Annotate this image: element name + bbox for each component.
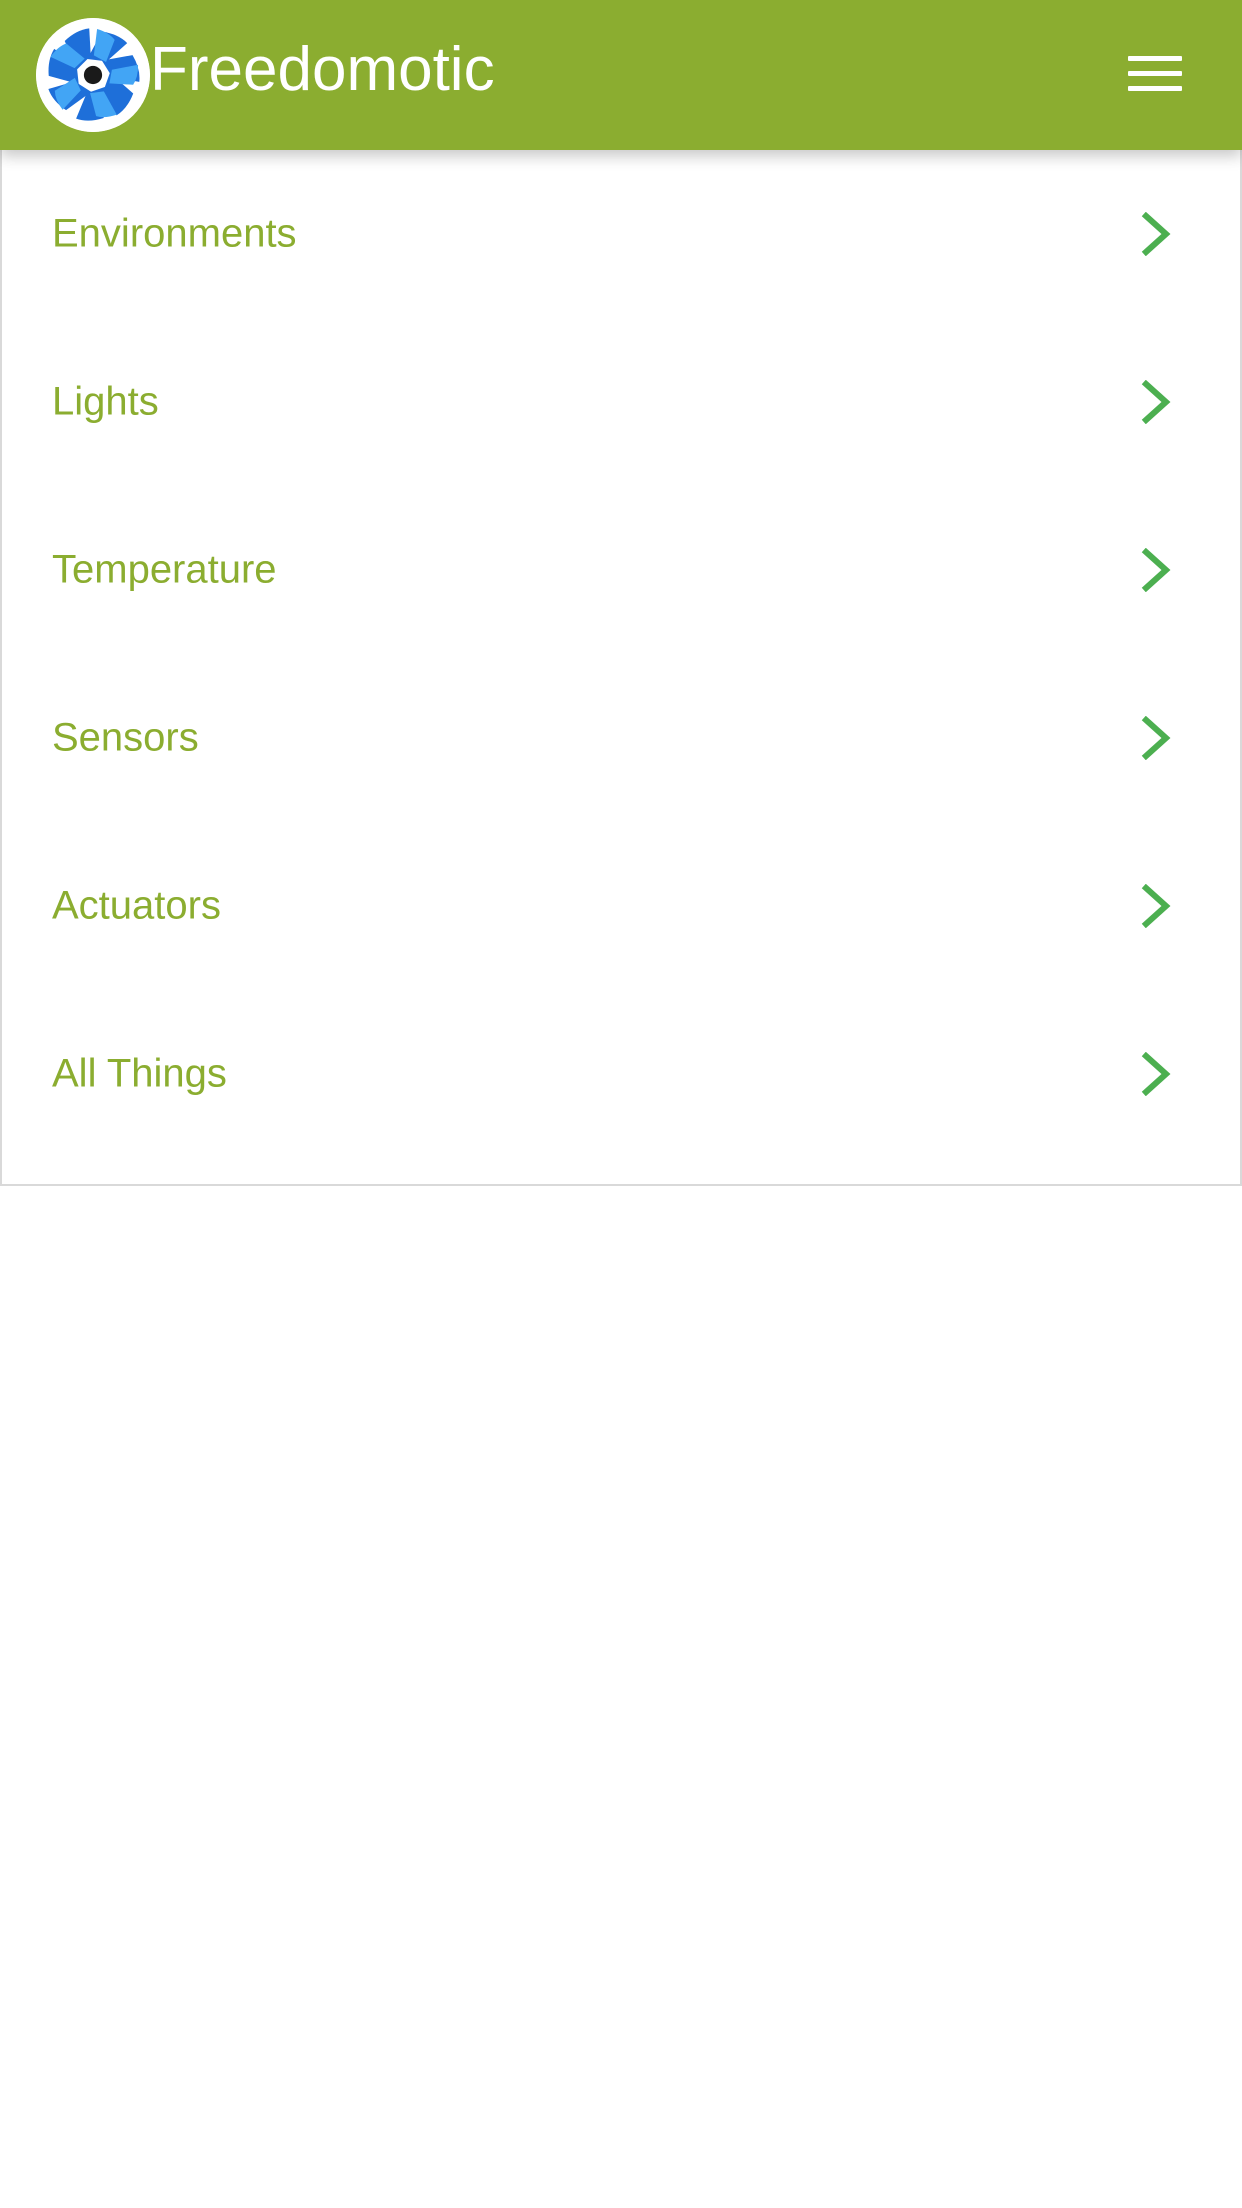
nav-item-all-things[interactable]: All Things [2,990,1240,1158]
nav-item-label: All Things [52,1051,227,1096]
nav-item-label: Actuators [52,883,221,928]
chevron-right-icon [1136,716,1176,760]
chevron-right-icon [1136,1052,1176,1096]
hamburger-menu-icon [1128,56,1182,96]
nav-item-label: Lights [52,379,159,424]
chevron-right-icon [1136,212,1176,256]
app-header: Freedomotic [0,0,1242,150]
app-title: Freedomotic [150,35,495,104]
chevron-right-icon [1136,380,1176,424]
nav-item-environments[interactable]: Environments [2,150,1240,318]
nav-item-sensors[interactable]: Sensors [2,654,1240,822]
nav-item-label: Environments [52,211,297,256]
nav-item-lights[interactable]: Lights [2,318,1240,486]
nav-item-temperature[interactable]: Temperature [2,486,1240,654]
menu-button[interactable] [1112,46,1198,104]
nav-item-label: Temperature [52,547,277,592]
nav-list: Environments Lights Temperature Sensors … [0,150,1242,1186]
nav-item-label: Sensors [52,715,199,760]
freedomotic-logo-icon[interactable] [36,18,150,132]
nav-item-actuators[interactable]: Actuators [2,822,1240,990]
chevron-right-icon [1136,548,1176,592]
chevron-right-icon [1136,884,1176,928]
